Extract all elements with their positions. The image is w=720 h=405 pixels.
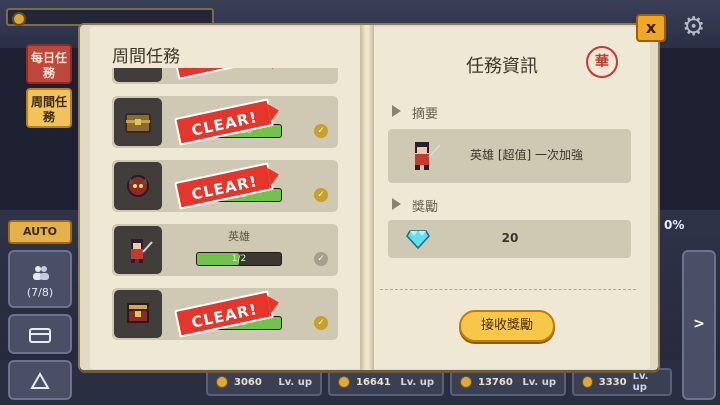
people-icon: [33, 266, 49, 280]
seal-icon: 華: [586, 46, 618, 78]
page-title: 周間任務: [112, 47, 180, 67]
list-item[interactable]: 英雄 1/2 ✓: [112, 224, 338, 276]
upgrade-stat-3[interactable]: 13760 Lv. up: [450, 368, 566, 396]
upgrade-stat-1[interactable]: 3060 Lv. up: [206, 368, 322, 396]
list-item[interactable]: 3/3 ✓ CLEAR!: [112, 288, 338, 340]
clear-stamp: CLEAR!: [174, 162, 274, 210]
coin-icon: [338, 376, 350, 388]
diamond-icon: [406, 230, 430, 249]
book-spine: [360, 25, 374, 370]
party-count: (7/8): [26, 286, 54, 299]
clear-stamp: CLEAR!: [174, 290, 274, 338]
coin-icon: [216, 376, 228, 388]
list-item[interactable]: [112, 68, 338, 84]
chest-icon: [125, 113, 151, 133]
clear-stamp: [175, 68, 273, 80]
check-icon: ✓: [314, 316, 328, 330]
summary-heading: 摘要: [392, 103, 438, 122]
caret-right-icon: [392, 198, 401, 210]
coin-icon: [582, 376, 593, 388]
progress-percent: 0%: [664, 218, 685, 232]
treasure-box-icon: [127, 303, 149, 323]
close-button[interactable]: x: [636, 14, 666, 42]
reward-amount: 20: [501, 231, 519, 245]
resource-bar: [6, 8, 214, 26]
coin-icon: [12, 12, 26, 26]
tab-weekly[interactable]: 周間任務: [26, 88, 72, 128]
summary-box: 英雄 [超值] 一次加強: [388, 129, 631, 183]
summary-text: 英雄 [超值] 一次加強: [470, 148, 583, 162]
details-title: 任務資訊: [466, 56, 538, 77]
check-icon: ✓: [314, 188, 328, 202]
divider: [380, 289, 636, 290]
check-icon: ✓: [314, 252, 328, 266]
inventory-button[interactable]: [8, 314, 72, 354]
list-item[interactable]: 3/3 ✓ CLEAR!: [112, 160, 338, 212]
party-button[interactable]: (7/8): [8, 250, 72, 308]
hero-icon: [131, 239, 153, 263]
reward-heading: 獎勵: [392, 196, 438, 215]
claim-reward-button[interactable]: 接收獎勵: [459, 310, 555, 342]
list-item[interactable]: 20/20 ✓ CLEAR!: [112, 96, 338, 148]
chest-icon: [29, 328, 51, 343]
upgrade-stat-2[interactable]: 16641 Lv. up: [328, 368, 444, 396]
coin-icon: [460, 376, 472, 388]
upgrade-stat-4[interactable]: 3330 Lv. up: [572, 368, 672, 396]
clear-stamp: CLEAR!: [174, 98, 274, 146]
hero-icon: [415, 142, 441, 170]
progress-bar: 1/2: [196, 252, 282, 266]
expand-right-button[interactable]: >: [682, 250, 716, 400]
quest-name: 英雄: [228, 230, 250, 243]
reward-box: 20: [388, 220, 631, 258]
menu-button[interactable]: [8, 360, 72, 400]
caret-right-icon: [392, 105, 401, 117]
gear-icon[interactable]: ⚙: [682, 14, 708, 40]
check-icon: ✓: [314, 124, 328, 138]
tab-daily[interactable]: 每日任務: [26, 44, 72, 84]
auto-button[interactable]: AUTO: [8, 220, 72, 244]
triangle-icon: [30, 371, 50, 389]
quest-list[interactable]: 20/20 ✓ CLEAR! 3/3 ✓ CLEAR!: [112, 68, 338, 340]
demon-boss-icon: [127, 175, 149, 197]
